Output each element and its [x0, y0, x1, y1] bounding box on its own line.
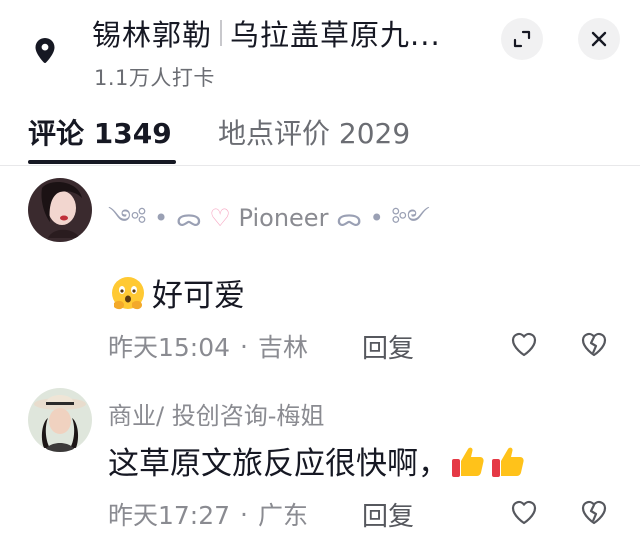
location-pin-icon	[35, 38, 55, 63]
close-button[interactable]	[578, 18, 620, 60]
title-separator	[220, 20, 223, 46]
username-ornament: ༺ • ᯅ	[108, 204, 202, 232]
thinking-face-emoji-icon	[112, 276, 144, 309]
thumbs-up-emoji-icon	[452, 447, 484, 477]
comment-body: 这草原文旅反应很快啊，	[108, 446, 449, 482]
comment-username[interactable]: 商业/ 投创咨询-梅姐	[108, 396, 324, 431]
reply-button[interactable]: 回复	[362, 328, 414, 365]
comment-item: ༺ • ᯅ ♡ Pioneer ᯅ • ༻ 好可爱 昨天15:04 · 吉林 回…	[0, 166, 640, 366]
comment-text: 好可爱	[108, 270, 245, 315]
meta-dot: ·	[240, 499, 248, 529]
avatar-image	[28, 388, 92, 452]
meta-dot: ·	[240, 331, 248, 361]
location-header: 锡林郭勒 乌拉盖草原九... 1.1万人打卡	[0, 0, 640, 100]
location-title[interactable]: 锡林郭勒 乌拉盖草原九...	[92, 12, 441, 54]
checkin-count: 1.1万人打卡	[94, 66, 215, 90]
broken-heart-dislike-icon[interactable]	[578, 328, 610, 360]
avatar-image	[28, 178, 92, 242]
avatar[interactable]	[28, 388, 92, 452]
comment-username[interactable]: ༺ • ᯅ ♡ Pioneer ᯅ • ༻	[108, 192, 430, 259]
close-icon	[591, 31, 607, 47]
heart-ornament-icon: ♡	[209, 204, 231, 232]
active-tab-indicator	[28, 160, 176, 164]
heart-like-icon[interactable]	[508, 496, 540, 528]
expand-button[interactable]	[501, 18, 543, 60]
avatar[interactable]	[28, 178, 92, 242]
location-subname: 乌拉盖草原九...	[230, 18, 441, 52]
comment-time: 昨天17:27	[108, 501, 231, 530]
username-text: Pioneer	[238, 204, 329, 232]
comment-item: 商业/ 投创咨询-梅姐 这草原文旅反应很快啊， 昨天17:27 · 广东 回复	[0, 378, 640, 549]
comment-time: 昨天15:04	[108, 333, 231, 362]
reply-button[interactable]: 回复	[362, 496, 414, 533]
expand-icon	[513, 30, 531, 48]
tab-comments[interactable]: 评论 1349	[28, 112, 172, 152]
comment-tabs: 评论 1349 地点评价 2029	[0, 100, 640, 166]
comment-location: 吉林	[258, 333, 309, 362]
broken-heart-dislike-icon[interactable]	[578, 496, 610, 528]
comment-body: 好可爱	[152, 278, 245, 314]
thumbs-up-emoji-icon	[492, 447, 524, 477]
comment-meta: 昨天17:27 · 广东	[108, 496, 308, 532]
comment-location: 广东	[258, 501, 309, 530]
location-name: 锡林郭勒	[92, 18, 213, 52]
comment-meta: 昨天15:04 · 吉林	[108, 328, 308, 364]
username-ornament: ᯅ • ༻	[336, 204, 430, 232]
comment-text: 这草原文旅反应很快啊，	[108, 438, 529, 483]
heart-like-icon[interactable]	[508, 328, 540, 360]
tab-place-reviews[interactable]: 地点评价 2029	[218, 112, 410, 152]
